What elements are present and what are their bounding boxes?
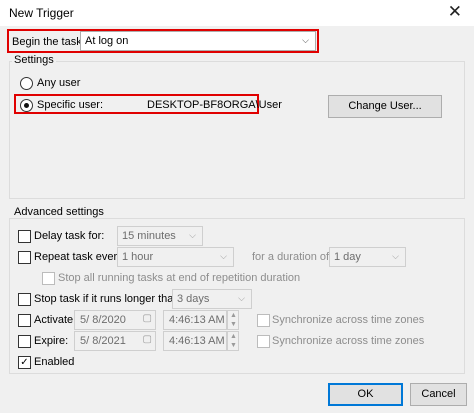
repeat-task-label[interactable]: Repeat task every: (34, 251, 126, 263)
close-icon[interactable]: ✕ (448, 2, 462, 22)
stop-longer-checkbox[interactable] (18, 293, 31, 306)
any-user-label[interactable]: Any user (37, 77, 80, 89)
any-user-radio[interactable] (20, 77, 33, 90)
activate-checkbox[interactable] (18, 314, 31, 327)
calendar-dropdown-icon: ▢ (142, 313, 152, 324)
expire-date-value: 5/ 8/2021 (80, 335, 126, 347)
duration-dropdown[interactable]: 1 day ⌵ (329, 247, 406, 267)
activate-date-field[interactable]: 5/ 8/2020 ▢ (74, 310, 156, 330)
delay-task-dropdown[interactable]: 15 minutes ⌵ (117, 226, 203, 246)
chevron-down-icon: ⌵ (392, 251, 399, 261)
stop-running-label: Stop all running tasks at end of repetit… (58, 272, 301, 284)
begin-task-value: At log on (85, 35, 129, 47)
spin-up-icon: ▲ (230, 312, 237, 319)
delay-task-label[interactable]: Delay task for: (34, 230, 104, 242)
stop-running-checkbox[interactable] (42, 272, 55, 285)
repeat-task-value: 1 hour (122, 251, 154, 263)
specific-user-label[interactable]: Specific user: (37, 99, 103, 111)
delay-task-value: 15 minutes (122, 230, 176, 242)
enabled-label[interactable]: Enabled (34, 356, 74, 368)
window-title: New Trigger (9, 6, 74, 20)
ok-button[interactable]: OK (328, 383, 403, 406)
duration-label: for a duration of: (252, 251, 333, 263)
chevron-down-icon: ⌵ (238, 293, 245, 303)
change-user-button[interactable]: Change User... (328, 95, 442, 118)
expire-time-value: 4:46:13 AM (169, 335, 225, 347)
expire-time-spinner[interactable]: ▲ ▼ (227, 331, 239, 351)
chevron-down-icon: ⌵ (220, 251, 227, 261)
activate-date-value: 5/ 8/2020 (80, 314, 126, 326)
activate-time-value: 4:46:13 AM (169, 314, 225, 326)
spin-down-icon: ▼ (230, 321, 237, 328)
expire-sync-checkbox[interactable] (257, 335, 270, 348)
expire-label[interactable]: Expire: (34, 335, 68, 347)
expire-date-field[interactable]: 5/ 8/2021 ▢ (74, 331, 156, 351)
specific-user-value: DESKTOP-BF8ORGA\User (147, 99, 282, 111)
expire-time-field[interactable]: 4:46:13 AM (163, 331, 227, 351)
begin-task-label: Begin the task: (12, 36, 85, 48)
cancel-button[interactable]: Cancel (410, 383, 467, 406)
activate-time-spinner[interactable]: ▲ ▼ (227, 310, 239, 330)
activate-sync-label: Synchronize across time zones (272, 314, 425, 326)
chevron-down-icon: ⌵ (189, 230, 196, 240)
chevron-down-icon: ⌵ (302, 35, 309, 45)
expire-sync-label: Synchronize across time zones (272, 335, 425, 347)
activate-sync-checkbox[interactable] (257, 314, 270, 327)
repeat-task-checkbox[interactable] (18, 251, 31, 264)
calendar-dropdown-icon: ▢ (142, 334, 152, 345)
duration-value: 1 day (334, 251, 361, 263)
stop-longer-dropdown[interactable]: 3 days ⌵ (172, 289, 252, 309)
stop-longer-value: 3 days (177, 293, 210, 305)
begin-task-dropdown[interactable]: At log on ⌵ (80, 31, 316, 51)
enabled-checkbox[interactable]: ✓ (18, 356, 31, 369)
delay-task-checkbox[interactable] (18, 230, 31, 243)
settings-legend: Settings (12, 54, 56, 66)
activate-time-field[interactable]: 4:46:13 AM (163, 310, 227, 330)
stop-longer-label[interactable]: Stop task if it runs longer than: (34, 293, 183, 305)
repeat-task-dropdown[interactable]: 1 hour ⌵ (117, 247, 234, 267)
specific-user-radio[interactable] (20, 99, 33, 112)
advanced-settings-legend: Advanced settings (12, 206, 106, 218)
radio-selected-dot (24, 103, 29, 108)
spin-up-icon: ▲ (230, 333, 237, 340)
activate-label[interactable]: Activate: (34, 314, 76, 326)
expire-checkbox[interactable] (18, 335, 31, 348)
spin-down-icon: ▼ (230, 342, 237, 349)
